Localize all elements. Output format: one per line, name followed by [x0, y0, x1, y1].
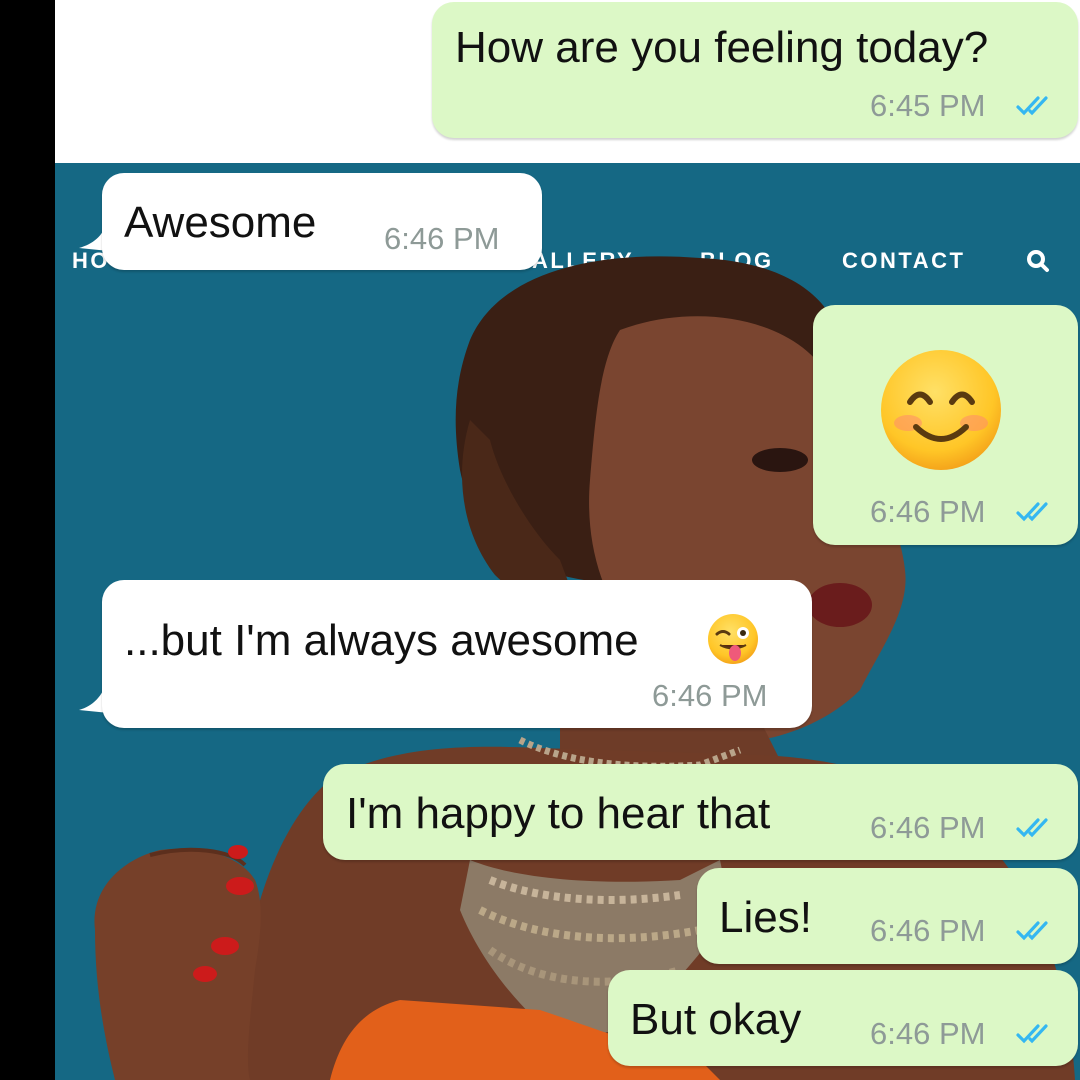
message-text: Lies! [719, 893, 812, 942]
read-receipt-icon [1016, 1024, 1048, 1044]
message-time: 6:46 PM [870, 810, 986, 845]
message-time: 6:46 PM [652, 678, 768, 713]
read-receipt-icon [1016, 502, 1048, 522]
message-time: 6:46 PM [870, 1016, 986, 1051]
message-time: 6:46 PM [870, 494, 986, 529]
message-text: ...but I'm always awesome [124, 616, 639, 665]
message-text: Awesome [124, 198, 317, 247]
message-time: 6:45 PM [870, 88, 986, 123]
message-time: 6:46 PM [870, 913, 986, 948]
read-receipt-icon [1016, 921, 1048, 941]
message-text: But okay [630, 995, 802, 1044]
message-text: I'm happy to hear that [346, 789, 771, 838]
smiling-face-emoji [881, 350, 1001, 470]
message-text: How are you feeling today? [455, 23, 989, 72]
read-receipt-icon [1016, 818, 1048, 838]
message-time: 6:46 PM [384, 221, 500, 256]
winking-face-with-tongue-emoji [708, 614, 758, 664]
read-receipt-icon [1016, 96, 1048, 116]
